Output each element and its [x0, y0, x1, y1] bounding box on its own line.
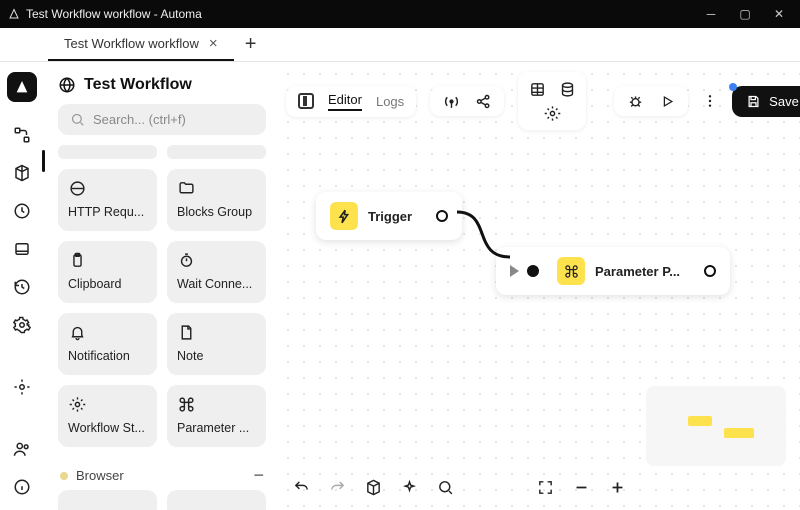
- block-notification[interactable]: Notification: [58, 313, 157, 375]
- nav-history-icon[interactable]: [11, 276, 33, 298]
- tab-workflow[interactable]: Test Workflow workflow ×: [48, 28, 234, 61]
- box-icon[interactable]: [364, 478, 382, 496]
- table-icon[interactable]: [528, 80, 546, 98]
- tab-editor[interactable]: Editor: [328, 92, 362, 111]
- search-icon: [70, 112, 85, 127]
- sidebar-toggle-icon[interactable]: [298, 93, 314, 109]
- node-output-port[interactable]: [704, 265, 716, 277]
- globe-icon: [58, 76, 76, 94]
- zoom-in-icon[interactable]: [608, 478, 626, 496]
- block-blocks-group[interactable]: Blocks Group: [167, 169, 266, 231]
- node-input-arrow: [510, 265, 519, 277]
- data-cluster: [518, 72, 586, 130]
- folder-icon: [177, 179, 195, 197]
- blocks-list[interactable]: HTTP Requ... Blocks Group Clipboard Wait…: [58, 145, 266, 510]
- app-logo-small-icon: [8, 8, 20, 20]
- node-input-port[interactable]: [527, 265, 539, 277]
- block-http-request[interactable]: HTTP Requ...: [58, 169, 157, 231]
- redo-icon[interactable]: [328, 478, 346, 496]
- block-placeholder[interactable]: [58, 490, 157, 510]
- nav-settings-icon[interactable]: [11, 314, 33, 336]
- window-title: Test Workflow workflow - Automa: [26, 7, 202, 21]
- minimap[interactable]: [646, 386, 786, 466]
- block-parameter[interactable]: Parameter ...: [167, 385, 266, 447]
- settings-icon[interactable]: [543, 104, 561, 122]
- window-maximize-button[interactable]: ▢: [736, 7, 754, 21]
- canvas[interactable]: Editor Logs: [276, 62, 800, 510]
- app-logo-icon: [14, 79, 30, 95]
- tab-label: Test Workflow workflow: [64, 36, 199, 51]
- gear-icon: [68, 395, 86, 413]
- side-panel: Test Workflow Search... (ctrl+f) HTTP Re…: [44, 62, 276, 510]
- nav-locate-icon[interactable]: [11, 376, 33, 398]
- search-placeholder: Search... (ctrl+f): [93, 112, 186, 127]
- category-collapse-icon[interactable]: −: [253, 465, 264, 486]
- database-icon[interactable]: [558, 80, 576, 98]
- nav-rail: [0, 62, 44, 510]
- nav-packages-icon[interactable]: [11, 162, 33, 184]
- nav-storage-icon[interactable]: [11, 238, 33, 260]
- share-cluster: [430, 86, 504, 116]
- more-icon[interactable]: [702, 92, 718, 110]
- bell-icon: [68, 323, 86, 341]
- stopwatch-icon: [177, 251, 195, 269]
- node-parameter[interactable]: Parameter P...: [496, 247, 730, 295]
- command-icon: [557, 257, 585, 285]
- trigger-icon: [330, 202, 358, 230]
- block-row-partial: [58, 145, 266, 159]
- save-button[interactable]: Save: [732, 86, 800, 117]
- save-icon: [746, 94, 761, 109]
- block-placeholder[interactable]: [167, 490, 266, 510]
- workflow-title-row: Test Workflow: [58, 76, 266, 94]
- block-note[interactable]: Note: [167, 313, 266, 375]
- block-clipboard[interactable]: Clipboard: [58, 241, 157, 303]
- undo-icon[interactable]: [292, 478, 310, 496]
- app-tabs: Test Workflow workflow × +: [0, 28, 800, 62]
- tab-add-button[interactable]: +: [234, 28, 268, 62]
- window-titlebar: Test Workflow workflow - Automa ─ ▢ ✕: [0, 0, 800, 28]
- search-input[interactable]: Search... (ctrl+f): [58, 104, 266, 135]
- antenna-icon[interactable]: [442, 92, 460, 110]
- share-icon[interactable]: [474, 92, 492, 110]
- tab-logs[interactable]: Logs: [376, 94, 404, 109]
- node-trigger[interactable]: Trigger: [316, 192, 462, 240]
- nav-team-icon[interactable]: [11, 438, 33, 460]
- block-workflow-state[interactable]: Workflow St...: [58, 385, 157, 447]
- block-wait-connection[interactable]: Wait Conne...: [167, 241, 266, 303]
- view-switch-cluster: Editor Logs: [286, 86, 416, 117]
- category-color-dot: [60, 472, 68, 480]
- unsaved-indicator: [729, 83, 737, 91]
- sparkle-icon[interactable]: [400, 478, 418, 496]
- debug-cluster: [614, 86, 688, 116]
- window-minimize-button[interactable]: ─: [702, 7, 720, 21]
- command-icon: [177, 395, 195, 413]
- nav-workflows-icon[interactable]: [11, 124, 33, 146]
- fullscreen-icon[interactable]: [536, 478, 554, 496]
- nav-active-indicator: [42, 150, 45, 172]
- play-icon[interactable]: [658, 92, 676, 110]
- bug-icon[interactable]: [626, 92, 644, 110]
- node-output-port[interactable]: [436, 210, 448, 222]
- app-logo[interactable]: [7, 72, 37, 102]
- canvas-bottom-toolbar: [286, 474, 632, 500]
- note-icon: [177, 323, 195, 341]
- node-label: Trigger: [368, 209, 412, 224]
- clipboard-icon: [68, 251, 86, 269]
- canvas-toolbar: Editor Logs: [286, 72, 790, 130]
- nav-info-icon[interactable]: [11, 476, 33, 498]
- globe-icon: [68, 179, 86, 197]
- window-close-button[interactable]: ✕: [770, 7, 788, 21]
- zoom-out-icon[interactable]: [572, 478, 590, 496]
- zoom-search-icon[interactable]: [436, 478, 454, 496]
- node-label: Parameter P...: [595, 264, 680, 279]
- category-label: Browser: [76, 468, 124, 483]
- tab-close-icon[interactable]: ×: [209, 35, 218, 52]
- workflow-title: Test Workflow: [84, 76, 192, 94]
- nav-schedule-icon[interactable]: [11, 200, 33, 222]
- category-browser[interactable]: Browser −: [58, 461, 266, 490]
